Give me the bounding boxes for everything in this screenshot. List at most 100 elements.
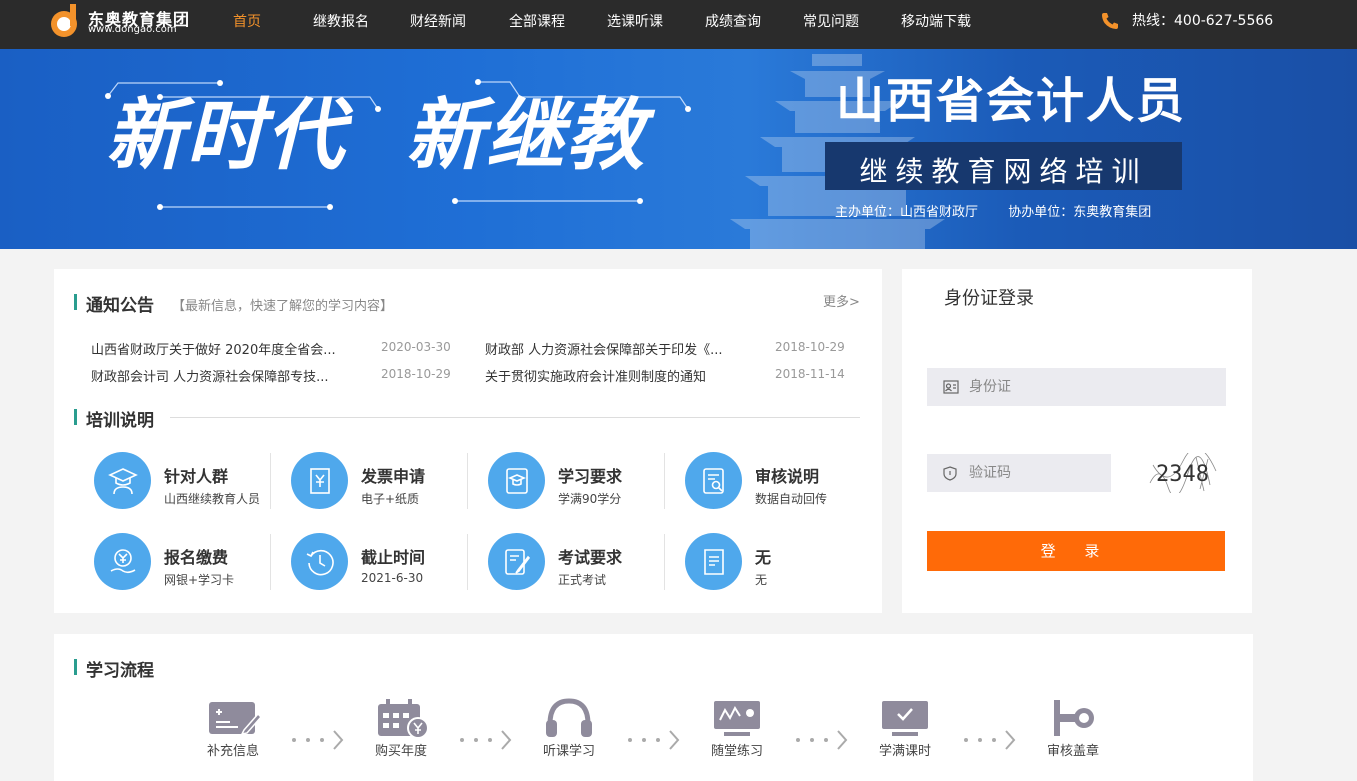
login-card: 身份证登录 2348 登 录 (902, 269, 1252, 613)
payment-icon (94, 533, 151, 590)
calendar-buy-icon (378, 699, 429, 738)
sponsor-text: 主办单位：山西省财政厅 (835, 205, 979, 220)
document-icon (685, 533, 742, 590)
process-step: 听课学习 (524, 698, 614, 759)
audit-doc-icon (685, 452, 742, 509)
notice-item[interactable]: 山西省财政厅关于做好 2020年度全省会... (91, 339, 356, 358)
process-step: 随堂练习 (692, 698, 782, 759)
process-step: 学满课时 (860, 698, 950, 759)
training-item: 针对人群 山西继续教育人员 (94, 452, 284, 514)
training-item-desc: 学满90学分 (558, 492, 622, 506)
training-item-title: 针对人群 (164, 467, 229, 486)
student-icon (94, 452, 151, 509)
banner-subtitle-box: 继续教育网络培训 (825, 142, 1182, 190)
process-step-label: 审核盖章 (1046, 744, 1099, 759)
book-icon (488, 452, 545, 509)
login-title: 身份证登录 (944, 288, 1034, 309)
id-card-icon (943, 380, 959, 394)
logo-mark-icon (51, 4, 77, 37)
training-item-desc: 无 (755, 573, 768, 587)
monitor-practice-icon (714, 701, 760, 736)
nav-home[interactable]: 首页 (233, 11, 261, 31)
dotted-arrow-icon (460, 730, 512, 750)
notice-item[interactable]: 财政部会计司 人力资源社会保障部专技... (91, 366, 356, 385)
process-step-label: 听课学习 (542, 744, 595, 759)
training-item: 学习要求 学满90学分 (488, 452, 678, 514)
banner-title: 山西省会计人员 (836, 73, 1187, 129)
dotted-arrow-icon (796, 730, 848, 750)
nav-finance-news[interactable]: 财经新闻 (410, 11, 466, 31)
hotline-text: 热线：400-627-5566 (1132, 13, 1274, 29)
process-step-label: 学满课时 (878, 744, 931, 759)
training-item: 报名缴费 网银+学习卡 (94, 533, 284, 595)
notice-item[interactable]: 关于贯彻实施政府会计准则制度的通知 (485, 366, 750, 385)
column-divider (270, 534, 271, 590)
slogan-left: 新时代 (106, 91, 347, 181)
nav-enroll[interactable]: 继教报名 (313, 11, 369, 31)
training-item-desc: 山西继续教育人员 (164, 492, 261, 506)
process-step: 审核盖章 (1028, 698, 1118, 759)
info-card: 通知公告 【最新信息，快速了解您的学习内容】 更多> 山西省财政厅关于做好 20… (54, 269, 882, 613)
dongao-logo[interactable]: 东奥教育集团 www.dongao.com (48, 2, 208, 42)
training-item-desc: 网银+学习卡 (164, 573, 235, 587)
training-item: 截止时间 2021-6-30 (291, 533, 481, 595)
process-title: 学习流程 (74, 656, 154, 681)
notice-title: 通知公告 (74, 291, 154, 316)
training-item-title: 审核说明 (755, 467, 820, 486)
process-step: 补充信息 (188, 698, 278, 759)
clock-icon (291, 533, 348, 590)
id-card-input[interactable] (969, 368, 1189, 406)
training-title: 培训说明 (74, 406, 154, 431)
training-item-title: 无 (755, 548, 772, 567)
stamp-icon (1054, 700, 1094, 736)
banner-sponsors: 主办单位：山西省财政厅 协办单位：东奥教育集团 (835, 201, 1151, 220)
column-divider (467, 453, 468, 509)
notice-date: 2018-11-14 (775, 367, 845, 381)
training-item-title: 学习要求 (558, 467, 623, 486)
nav-select-course[interactable]: 选课听课 (607, 11, 663, 31)
process-step-label: 购买年度 (374, 744, 427, 759)
notice-more-link[interactable]: 更多> (823, 291, 860, 310)
column-divider (664, 534, 665, 590)
training-item: 审核说明 数据自动回传 (685, 452, 875, 514)
training-item: 无 无 (685, 533, 875, 595)
banner-subtitle: 继续教育网络培训 (859, 155, 1148, 188)
shield-icon (943, 466, 957, 481)
notice-item[interactable]: 财政部 人力资源社会保障部关于印发《... (485, 339, 750, 358)
captcha-field (927, 454, 1189, 492)
notice-date: 2018-10-29 (381, 367, 451, 381)
dotted-arrow-icon (964, 730, 1016, 750)
login-button[interactable]: 登 录 (927, 531, 1225, 571)
hero-banner: 新时代 新继教 山西省会计人员 继续教育网络培训 主办单位：山西省财政厅 协办单… (0, 49, 1357, 249)
training-item-title: 报名缴费 (164, 548, 229, 567)
slogan-right: 新继教 (406, 91, 647, 181)
section-divider (170, 417, 860, 418)
process-step: 购买年度 (356, 698, 446, 759)
captcha-image[interactable]: 2348 (1148, 453, 1218, 493)
notice-date: 2018-10-29 (775, 340, 845, 354)
nav-all-courses[interactable]: 全部课程 (509, 11, 565, 31)
nav-score-query[interactable]: 成绩查询 (705, 11, 761, 31)
fill-info-icon (209, 702, 262, 736)
monitor-check-icon (882, 701, 928, 736)
nav-faq[interactable]: 常见问题 (803, 11, 859, 31)
process-step-label: 补充信息 (206, 744, 259, 759)
co-sponsor-text: 协办单位：东奥教育集团 (1008, 205, 1152, 220)
notice-date: 2020-03-30 (381, 340, 451, 354)
dotted-arrow-icon (292, 730, 344, 750)
nav-mobile-download[interactable]: 移动端下载 (901, 11, 971, 31)
training-item-title: 发票申请 (361, 467, 426, 486)
training-item-desc: 正式考试 (558, 573, 607, 587)
training-item: 发票申请 电子+纸质 (291, 452, 481, 514)
notice-subtitle: 【最新信息，快速了解您的学习内容】 (172, 299, 394, 314)
column-divider (467, 534, 468, 590)
captcha-text: 2348 (1156, 462, 1209, 487)
training-item-desc: 电子+纸质 (361, 492, 420, 506)
process-step-label: 随堂练习 (710, 744, 763, 759)
exam-icon (488, 533, 545, 590)
training-item-title: 截止时间 (361, 548, 426, 567)
column-divider (664, 453, 665, 509)
training-item-desc: 数据自动回传 (755, 492, 828, 506)
process-card: 学习流程 补充信息 购买年度 听课学习 随堂练习 学满课时 审核盖章 (54, 634, 1253, 781)
phone-icon (1102, 13, 1118, 29)
